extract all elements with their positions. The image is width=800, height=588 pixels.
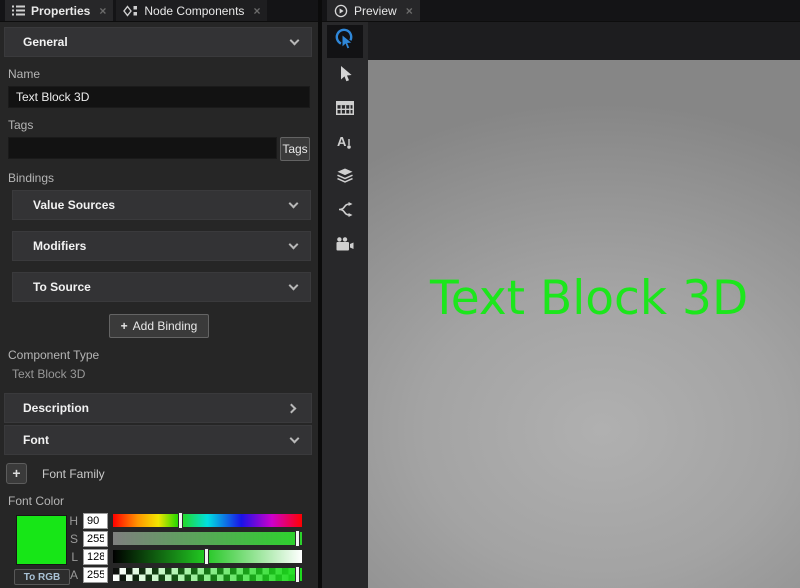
alpha-label: A	[69, 568, 78, 582]
lightness-value-input[interactable]	[83, 549, 108, 565]
properties-content: General Name Tags Tags Bindings Value So…	[0, 22, 318, 588]
font-family-row: + Font Family	[6, 463, 318, 484]
text-analyze-icon: A	[337, 134, 354, 155]
preview-body: A	[322, 22, 800, 588]
preview-viewport[interactable]: Text Block 3D	[368, 60, 800, 588]
name-input[interactable]	[8, 86, 310, 108]
name-label: Name	[8, 67, 318, 81]
lightness-slider[interactable]	[113, 550, 302, 563]
layers-tool[interactable]	[328, 162, 362, 194]
hue-slider[interactable]	[113, 514, 302, 527]
add-binding-label: Add Binding	[133, 319, 198, 333]
saturation-slider-handle[interactable]	[295, 530, 300, 547]
rendered-text-block: Text Block 3D	[430, 271, 748, 326]
section-general-label: General	[23, 35, 68, 49]
section-font[interactable]: Font	[4, 425, 312, 455]
saturation-value-input[interactable]	[83, 531, 108, 547]
select-tool[interactable]	[328, 60, 362, 92]
lightness-slider-handle[interactable]	[204, 548, 209, 565]
preview-main: Text Block 3D	[368, 22, 800, 588]
layers-icon	[336, 168, 354, 188]
connections-tool[interactable]	[328, 196, 362, 228]
chevron-down-icon	[290, 35, 300, 45]
saturation-slider[interactable]	[113, 532, 302, 545]
camera-tool[interactable]	[328, 230, 362, 262]
tab-preview-close-icon[interactable]: ×	[406, 5, 413, 17]
section-description[interactable]: Description	[4, 393, 312, 423]
chevron-right-icon	[287, 403, 297, 413]
select-arrow-icon	[337, 65, 353, 88]
chevron-down-icon	[289, 239, 299, 249]
alpha-slider[interactable]	[113, 568, 302, 581]
play-circle-icon	[334, 4, 348, 18]
plus-icon: +	[121, 319, 128, 333]
tab-node-components-label: Node Components	[144, 4, 244, 18]
section-description-label: Description	[23, 401, 89, 415]
preview-top-strip	[368, 22, 800, 60]
table-tool[interactable]	[328, 94, 362, 126]
font-color-label: Font Color	[8, 494, 318, 508]
section-value-sources-label: Value Sources	[33, 198, 115, 212]
tab-properties-label: Properties	[31, 4, 90, 18]
chevron-down-icon	[290, 433, 300, 443]
component-type-label: Component Type	[8, 348, 318, 362]
font-color-editor: To RGB H S	[0, 513, 310, 588]
alpha-slider-handle[interactable]	[295, 566, 300, 583]
to-rgb-button[interactable]: To RGB	[14, 569, 70, 585]
left-tabbar: Properties × Node Components ×	[0, 0, 318, 22]
hue-channel-row: H	[69, 513, 302, 528]
branch-connections-icon	[337, 202, 353, 222]
hue-slider-handle[interactable]	[178, 512, 183, 529]
chevron-down-icon	[289, 198, 299, 208]
bindings-label: Bindings	[8, 171, 318, 185]
tags-input[interactable]	[8, 137, 277, 159]
right-tabbar: Preview ×	[322, 0, 800, 22]
color-swatch[interactable]	[16, 515, 67, 565]
tab-preview-label: Preview	[354, 4, 397, 18]
font-family-label: Font Family	[42, 467, 105, 481]
add-binding-button[interactable]: + Add Binding	[109, 314, 210, 338]
add-font-family-button[interactable]: +	[6, 463, 27, 484]
section-modifiers[interactable]: Modifiers	[12, 231, 311, 261]
alpha-value-input[interactable]	[83, 567, 108, 583]
camera-icon	[336, 237, 354, 256]
lightness-channel-row: L	[69, 549, 302, 564]
saturation-channel-row: S	[69, 531, 302, 546]
alpha-channel-row: A	[69, 567, 302, 582]
color-channels: H S L	[69, 513, 302, 582]
saturation-label: S	[69, 532, 78, 546]
text-tool[interactable]: A	[328, 128, 362, 160]
component-type-value: Text Block 3D	[12, 367, 318, 381]
preview-panel: Preview ×	[322, 0, 800, 588]
tab-preview[interactable]: Preview ×	[327, 0, 420, 21]
lightness-label: L	[69, 550, 78, 564]
tab-properties-close-icon[interactable]: ×	[99, 5, 106, 17]
table-grid-icon	[336, 101, 354, 120]
tab-node-components-close-icon[interactable]: ×	[253, 5, 260, 17]
list-icon	[12, 5, 25, 16]
section-font-label: Font	[23, 433, 49, 447]
preview-toolbar: A	[322, 22, 368, 588]
interact-tool[interactable]	[327, 25, 363, 58]
app-window: Properties × Node Components × General N…	[0, 0, 800, 588]
hue-value-input[interactable]	[83, 513, 108, 529]
section-to-source-label: To Source	[33, 280, 91, 294]
tags-row: Tags	[8, 137, 310, 161]
interact-tool-icon	[334, 28, 356, 56]
tab-properties[interactable]: Properties ×	[5, 0, 113, 21]
properties-panel: Properties × Node Components × General N…	[0, 0, 318, 588]
tags-button[interactable]: Tags	[280, 137, 310, 161]
hue-label: H	[69, 514, 78, 528]
section-general[interactable]: General	[4, 27, 312, 57]
chevron-down-icon	[289, 280, 299, 290]
section-value-sources[interactable]: Value Sources	[12, 190, 311, 220]
tags-label: Tags	[8, 118, 318, 132]
svg-text:A: A	[337, 134, 347, 149]
section-to-source[interactable]: To Source	[12, 272, 311, 302]
tab-node-components[interactable]: Node Components ×	[116, 0, 267, 21]
section-modifiers-label: Modifiers	[33, 239, 86, 253]
node-components-icon	[123, 5, 138, 17]
